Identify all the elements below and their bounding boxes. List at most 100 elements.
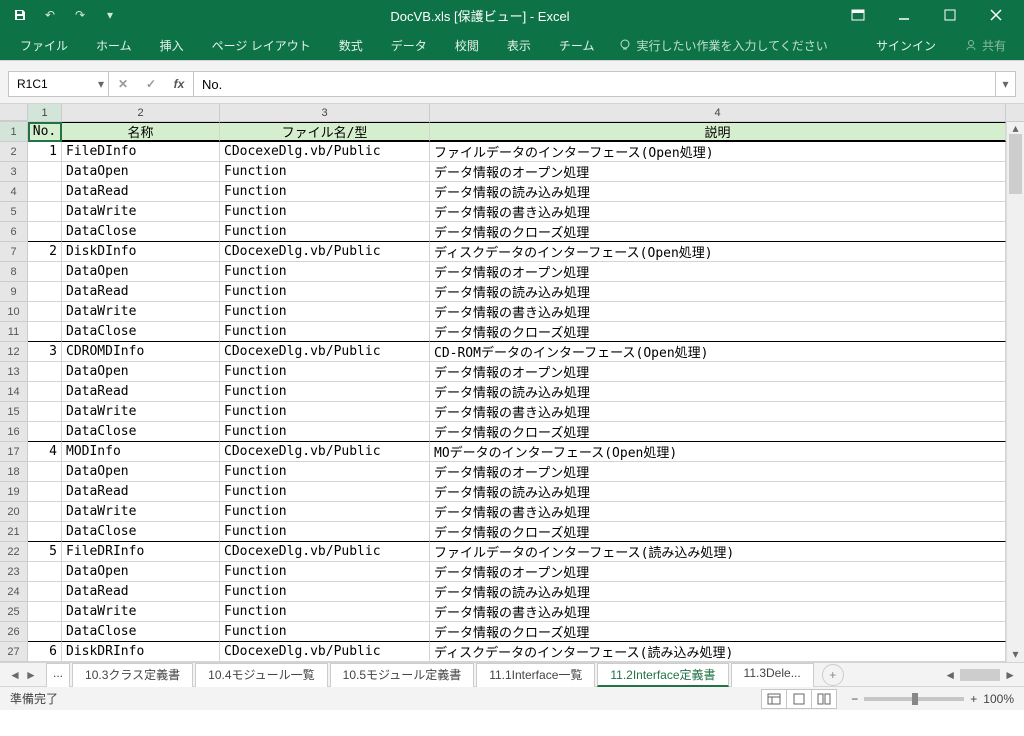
- cell[interactable]: データ情報のオープン処理: [430, 262, 1006, 282]
- page-break-view-icon[interactable]: [811, 689, 837, 709]
- row-header[interactable]: 5: [0, 202, 28, 222]
- cell[interactable]: Function: [220, 462, 430, 482]
- sheet-tab[interactable]: ...: [46, 663, 70, 687]
- cell[interactable]: [28, 522, 62, 542]
- tab-view[interactable]: 表示: [495, 30, 543, 60]
- cancel-icon[interactable]: ✕: [109, 77, 137, 91]
- page-layout-view-icon[interactable]: [786, 689, 812, 709]
- row-header[interactable]: 22: [0, 542, 28, 562]
- row-header[interactable]: 17: [0, 442, 28, 462]
- new-sheet-button[interactable]: +: [822, 664, 844, 686]
- cell[interactable]: [28, 602, 62, 622]
- cell[interactable]: [28, 622, 62, 642]
- row-header[interactable]: 23: [0, 562, 28, 582]
- zoom-out-icon[interactable]: −: [851, 692, 858, 706]
- row-header[interactable]: 15: [0, 402, 28, 422]
- cell[interactable]: CDocexeDlg.vb/Public: [220, 642, 430, 662]
- row-header[interactable]: 27: [0, 642, 28, 662]
- cell[interactable]: [28, 422, 62, 442]
- sheet-tab[interactable]: 10.3クラス定義書: [72, 663, 193, 687]
- row-header[interactable]: 12: [0, 342, 28, 362]
- col-header-3[interactable]: 3: [220, 104, 430, 121]
- cell[interactable]: Function: [220, 302, 430, 322]
- cell[interactable]: Function: [220, 202, 430, 222]
- cell[interactable]: データ情報の書き込み処理: [430, 302, 1006, 322]
- sheet-tab[interactable]: 10.4モジュール一覧: [195, 663, 328, 687]
- cell[interactable]: 3: [28, 342, 62, 362]
- cell[interactable]: ディスクデータのインターフェース(Open処理): [430, 242, 1006, 262]
- hscroll-right-icon[interactable]: ►: [1004, 668, 1016, 682]
- cell[interactable]: FileDRInfo: [62, 542, 220, 562]
- cell[interactable]: Function: [220, 222, 430, 242]
- cell[interactable]: Function: [220, 362, 430, 382]
- cell[interactable]: Function: [220, 602, 430, 622]
- cell[interactable]: ファイルデータのインターフェース(Open処理): [430, 142, 1006, 162]
- sheet-tab[interactable]: 10.5モジュール定義書: [330, 663, 475, 687]
- cell[interactable]: Function: [220, 502, 430, 522]
- cell[interactable]: [28, 582, 62, 602]
- cell[interactable]: Function: [220, 562, 430, 582]
- ribbon-display-icon[interactable]: [836, 1, 880, 29]
- undo-icon[interactable]: ↶: [36, 3, 64, 27]
- cell[interactable]: CDROMDInfo: [62, 342, 220, 362]
- scrollbar-thumb[interactable]: [1009, 134, 1022, 194]
- cell[interactable]: [28, 402, 62, 422]
- cell[interactable]: 名称: [62, 122, 220, 142]
- tab-team[interactable]: チーム: [547, 30, 607, 60]
- scroll-up-icon[interactable]: ▴: [1007, 122, 1024, 134]
- cell[interactable]: データ情報のオープン処理: [430, 362, 1006, 382]
- sheet-tab[interactable]: 11.2Interface定義書: [597, 663, 728, 687]
- tab-file[interactable]: ファイル: [8, 30, 80, 60]
- share-button[interactable]: 共有: [954, 37, 1016, 54]
- cell[interactable]: CDocexeDlg.vb/Public: [220, 542, 430, 562]
- cell[interactable]: データ情報の読み込み処理: [430, 182, 1006, 202]
- col-header-1[interactable]: 1: [28, 104, 62, 121]
- vertical-scrollbar[interactable]: ▴ ▾: [1006, 122, 1024, 662]
- col-header-4[interactable]: 4: [430, 104, 1006, 121]
- row-header[interactable]: 11: [0, 322, 28, 342]
- cell[interactable]: [28, 482, 62, 502]
- tab-data[interactable]: データ: [379, 30, 439, 60]
- cell[interactable]: DataRead: [62, 382, 220, 402]
- cell[interactable]: CD-ROMデータのインターフェース(Open処理): [430, 342, 1006, 362]
- row-header[interactable]: 13: [0, 362, 28, 382]
- tab-review[interactable]: 校閲: [443, 30, 491, 60]
- cell[interactable]: 説明: [430, 122, 1006, 142]
- cell[interactable]: [28, 462, 62, 482]
- cell[interactable]: DataClose: [62, 322, 220, 342]
- cell[interactable]: [28, 262, 62, 282]
- cell[interactable]: ファイル名/型: [220, 122, 430, 142]
- fx-icon[interactable]: fx: [165, 77, 193, 91]
- cell[interactable]: DataOpen: [62, 162, 220, 182]
- cell[interactable]: Function: [220, 422, 430, 442]
- close-icon[interactable]: [974, 1, 1018, 29]
- tell-me[interactable]: 実行したい作業を入力してください: [618, 37, 827, 54]
- zoom-in-icon[interactable]: +: [970, 692, 977, 706]
- cell[interactable]: ファイルデータのインターフェース(読み込み処理): [430, 542, 1006, 562]
- tab-insert[interactable]: 挿入: [148, 30, 196, 60]
- cell[interactable]: DataOpen: [62, 562, 220, 582]
- cell[interactable]: [28, 182, 62, 202]
- maximize-icon[interactable]: [928, 1, 972, 29]
- cell[interactable]: 1: [28, 142, 62, 162]
- cell[interactable]: データ情報のオープン処理: [430, 462, 1006, 482]
- cell[interactable]: Function: [220, 262, 430, 282]
- redo-icon[interactable]: ↷: [66, 3, 94, 27]
- cell[interactable]: CDocexeDlg.vb/Public: [220, 442, 430, 462]
- cell[interactable]: CDocexeDlg.vb/Public: [220, 342, 430, 362]
- cell[interactable]: データ情報の書き込み処理: [430, 402, 1006, 422]
- cell[interactable]: [28, 282, 62, 302]
- cell[interactable]: DataClose: [62, 622, 220, 642]
- zoom-slider[interactable]: [864, 697, 964, 701]
- horizontal-scrollbar[interactable]: ◄ ►: [944, 668, 1024, 682]
- cell[interactable]: DataWrite: [62, 502, 220, 522]
- cell[interactable]: ディスクデータのインターフェース(読み込み処理): [430, 642, 1006, 662]
- row-header[interactable]: 7: [0, 242, 28, 262]
- row-header[interactable]: 4: [0, 182, 28, 202]
- row-header[interactable]: 21: [0, 522, 28, 542]
- cell[interactable]: DataWrite: [62, 202, 220, 222]
- cell[interactable]: Function: [220, 322, 430, 342]
- row-header[interactable]: 14: [0, 382, 28, 402]
- row-header[interactable]: 6: [0, 222, 28, 242]
- cell[interactable]: 4: [28, 442, 62, 462]
